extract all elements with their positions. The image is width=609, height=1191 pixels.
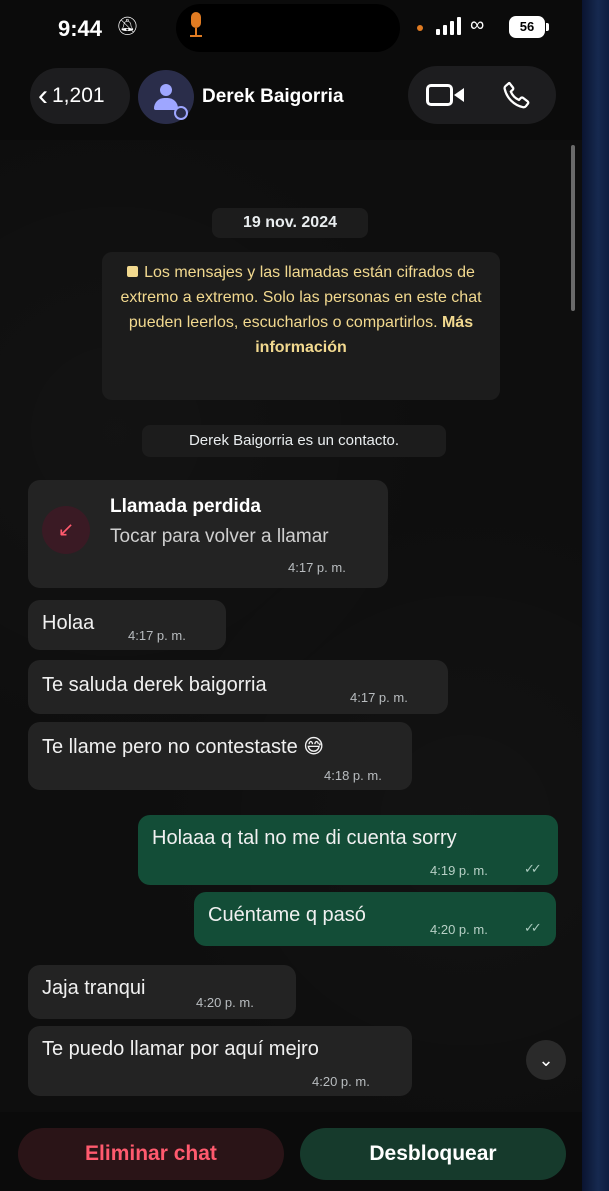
message-text: Te puedo llamar por aquí mejro: [42, 1038, 319, 1060]
unread-count: 1,201: [52, 84, 105, 107]
message-time: 4:20 p. m.: [196, 995, 254, 1010]
message-bubble-in[interactable]: Jaja tranqui 4:20 p. m.: [28, 965, 296, 1019]
missed-call-icon: ↙: [42, 506, 90, 554]
privacy-indicator-dot: [417, 25, 423, 31]
video-call-icon[interactable]: [426, 80, 466, 110]
message-time: 4:17 p. m.: [128, 628, 186, 643]
lock-icon: [127, 266, 139, 277]
chevron-left-icon: ‹: [38, 79, 48, 112]
message-text: Jaja tranqui: [42, 977, 146, 999]
contact-name[interactable]: Derek Baigorria: [202, 86, 344, 108]
message-text: Holaa: [42, 612, 95, 634]
message-time: 4:17 p. m.: [350, 690, 408, 705]
link-icon: ∞: [470, 14, 485, 36]
message-time: 4:20 p. m.: [312, 1074, 370, 1089]
status-bar: 9:44 🔕︎ ∞ 56: [0, 0, 582, 58]
bell-slash-icon: 🔕︎: [116, 16, 139, 36]
scrollbar[interactable]: [571, 145, 575, 311]
missed-call-title: Llamada perdida: [110, 496, 261, 517]
back-button[interactable]: ‹ 1,201: [30, 68, 130, 124]
date-separator: 19 nov. 2024: [212, 208, 368, 238]
read-receipt-icon: ✓✓: [524, 861, 542, 876]
call-actions: [408, 66, 556, 124]
microphone-icon: [188, 12, 204, 38]
message-bubble-in[interactable]: Te llame pero no contestaste 😅 4:18 p. m…: [28, 722, 412, 790]
missed-call-bubble[interactable]: ↙ Llamada perdida Tocar para volver a ll…: [28, 480, 388, 588]
message-text: Cuéntame q pasó: [208, 904, 366, 926]
status-time: 9:44: [58, 16, 103, 41]
chevron-down-icon: ⌄: [538, 1050, 554, 1070]
message-time: 4:18 p. m.: [324, 768, 382, 783]
avatar[interactable]: [138, 70, 194, 124]
scroll-to-bottom-button[interactable]: ⌄: [526, 1040, 566, 1080]
message-bubble-in[interactable]: Holaa 4:17 p. m.: [28, 600, 226, 650]
phone-call-icon[interactable]: [500, 78, 536, 112]
message-text: Te saluda derek baigorria: [42, 674, 267, 696]
phone-screen: 9:44 🔕︎ ∞ 56 ‹ 1,201 Derek Baigorria 19 …: [0, 0, 582, 1191]
dynamic-island: [176, 4, 400, 52]
background-edge: [582, 0, 609, 1191]
message-bubble-out[interactable]: Cuéntame q pasó 4:20 p. m. ✓✓: [194, 892, 556, 946]
contact-info-chip: Derek Baigorria es un contacto.: [142, 425, 446, 457]
message-bubble-in[interactable]: Te saluda derek baigorria 4:17 p. m.: [28, 660, 448, 714]
unblock-button[interactable]: Desbloquear: [300, 1128, 566, 1180]
message-bubble-in[interactable]: Te puedo llamar por aquí mejro 4:20 p. m…: [28, 1026, 412, 1096]
signal-icon: [436, 17, 462, 35]
delete-chat-button[interactable]: Eliminar chat: [18, 1128, 284, 1180]
chat-header: ‹ 1,201 Derek Baigorria: [0, 62, 582, 134]
message-time: 4:19 p. m.: [430, 863, 488, 878]
message-time: 4:17 p. m.: [288, 560, 346, 575]
bottom-bar: Eliminar chat Desbloquear: [0, 1112, 582, 1191]
read-receipt-icon: ✓✓: [524, 920, 542, 935]
battery-icon: 56: [509, 16, 549, 38]
missed-call-subtitle: Tocar para volver a llamar: [110, 526, 329, 547]
message-bubble-out[interactable]: Holaaa q tal no me di cuenta sorry 4:19 …: [138, 815, 558, 885]
encryption-text: Los mensajes y las llamadas están cifrad…: [120, 264, 482, 331]
message-time: 4:20 p. m.: [430, 922, 488, 937]
encryption-notice[interactable]: Los mensajes y las llamadas están cifrad…: [102, 252, 500, 400]
message-text: Te llame pero no contestaste 😅: [42, 736, 325, 758]
message-text: Holaaa q tal no me di cuenta sorry: [152, 827, 457, 849]
